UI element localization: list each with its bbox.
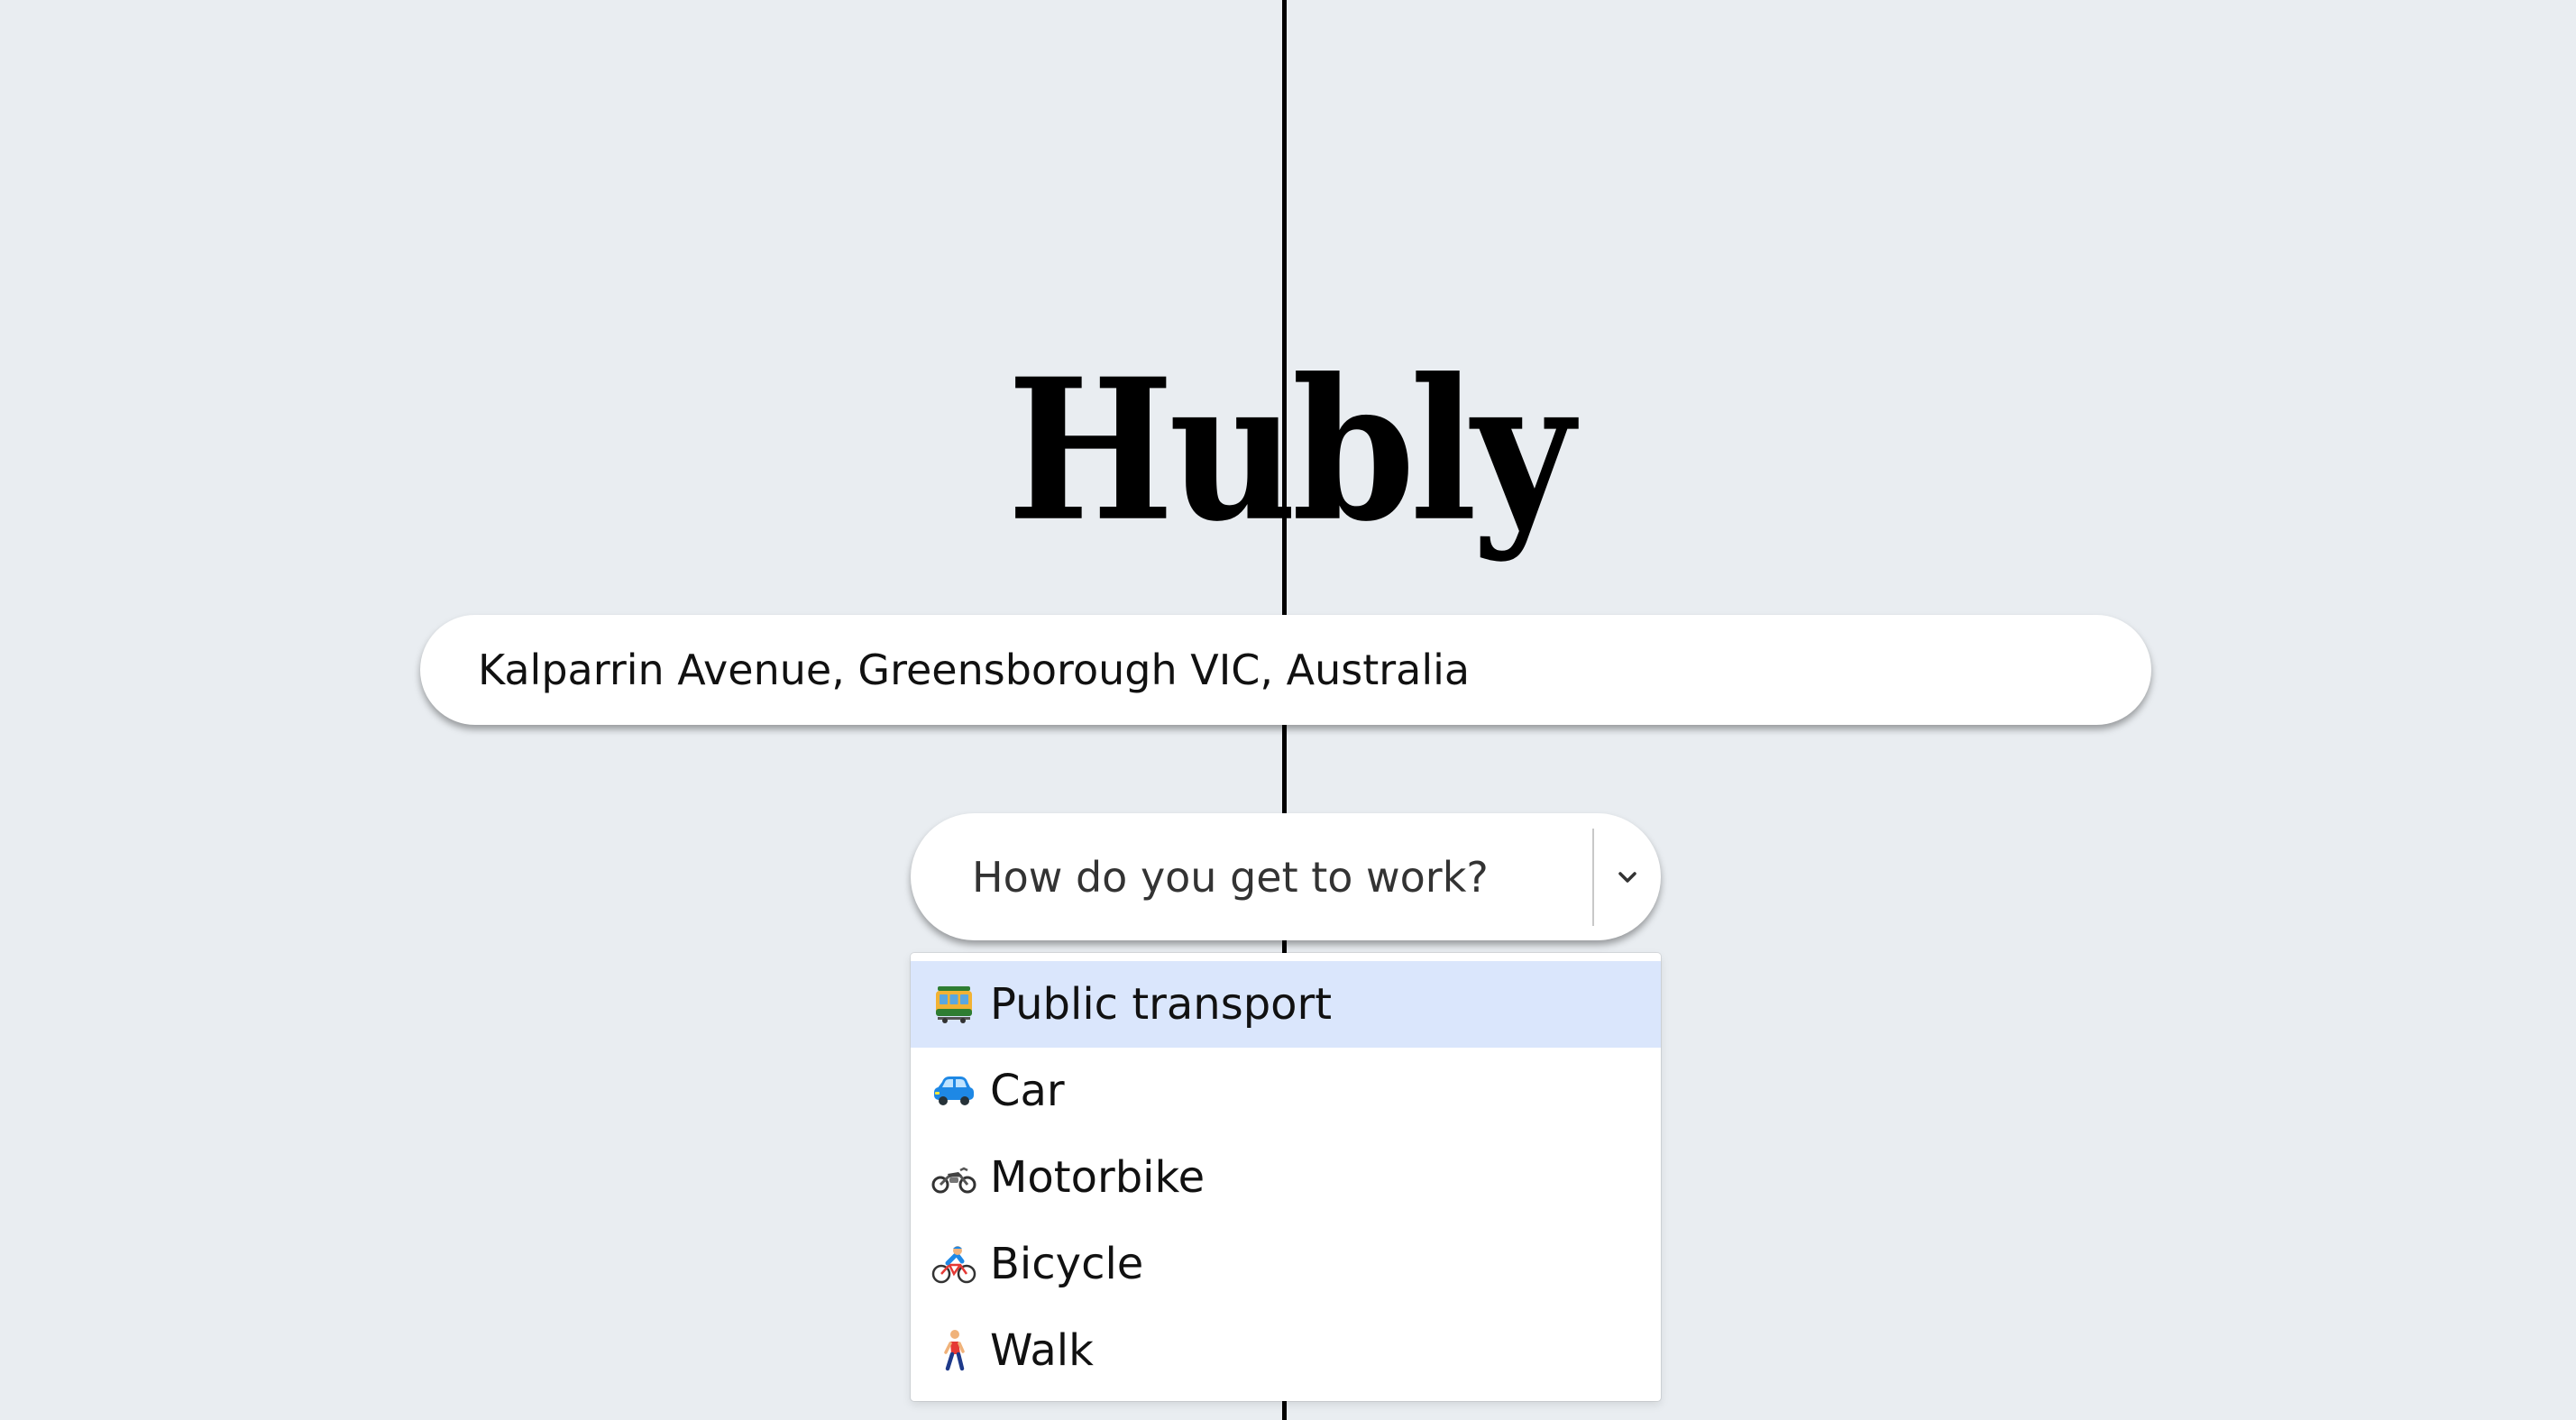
commute-mode-select[interactable]: How do you get to work?	[911, 813, 1661, 940]
bicycle-icon	[930, 1241, 977, 1287]
option-label: Car	[990, 1066, 1065, 1116]
option-motorbike[interactable]: Motorbike	[911, 1134, 1661, 1221]
option-bicycle[interactable]: Bicycle	[911, 1221, 1661, 1307]
motorbike-icon	[930, 1154, 977, 1201]
chevron-down-icon	[1618, 871, 1636, 883]
app-logo: Hubly	[1006, 336, 1574, 565]
car-icon	[930, 1067, 977, 1114]
option-label: Walk	[990, 1325, 1094, 1376]
commute-select-placeholder: How do you get to work?	[972, 852, 1489, 902]
option-label: Bicycle	[990, 1239, 1144, 1289]
option-public-transport[interactable]: Public transport	[911, 961, 1661, 1048]
walking-person-icon	[930, 1327, 977, 1374]
option-label: Motorbike	[990, 1152, 1205, 1203]
address-field[interactable]	[420, 615, 2151, 725]
dropdown-toggle[interactable]	[1594, 813, 1661, 940]
option-label: Public transport	[990, 979, 1333, 1030]
tram-icon	[930, 981, 977, 1028]
option-car[interactable]: Car	[911, 1048, 1661, 1134]
address-input[interactable]	[478, 646, 2151, 694]
commute-options-menu: Public transport Car Motorbike Bicycle W…	[911, 953, 1661, 1401]
option-walk[interactable]: Walk	[911, 1307, 1661, 1394]
